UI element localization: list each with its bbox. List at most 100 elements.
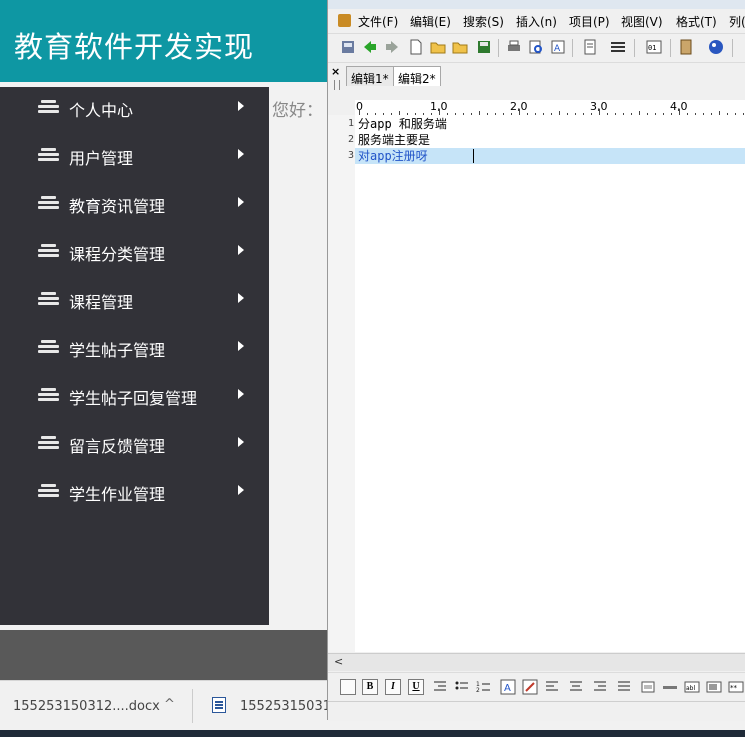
numbered-list-icon[interactable]: 12	[476, 679, 492, 695]
sidebar: 个人中心 用户管理 教育资讯管理 课程分类管理 课程管理 学生帖子管理 学生帖子…	[0, 87, 269, 625]
sidebar-item-label: 学生作业管理	[69, 485, 166, 504]
sidebar-item-post-replies[interactable]: 学生帖子回复管理	[0, 375, 269, 423]
page-title: 教育软件开发实现	[14, 30, 255, 64]
chevron-right-icon	[238, 293, 244, 303]
sidebar-item-personal-center[interactable]: 个人中心	[0, 87, 269, 135]
toolbar-divider	[572, 39, 573, 57]
sidebar-item-label: 学生帖子回复管理	[69, 389, 198, 408]
window-titlebar[interactable]	[328, 0, 745, 9]
stack-icon	[38, 339, 59, 355]
hex-view-icon[interactable]: 01	[646, 39, 662, 55]
format-toolbar: B I U 12 A abl **	[328, 672, 745, 701]
sidebar-item-course-category[interactable]: 课程分类管理	[0, 231, 269, 279]
chevron-right-icon	[238, 149, 244, 159]
sidebar-item-homework[interactable]: 学生作业管理	[0, 471, 269, 519]
forward-arrow-icon[interactable]	[384, 39, 400, 55]
chevron-right-icon	[238, 197, 244, 207]
font-color-icon[interactable]: A	[500, 679, 516, 695]
justify-icon[interactable]	[616, 679, 632, 695]
line-text: 对app注册呀	[358, 149, 428, 163]
save-icon[interactable]	[476, 39, 492, 55]
ruler: 0 1,0 2,0 3,0 4,0	[355, 100, 745, 116]
editor-text-area[interactable]: 分app 和服务端 服务端主要是 对app注册呀	[355, 115, 745, 652]
stack-icon	[38, 483, 59, 499]
text-line[interactable]: 服务端主要是	[355, 132, 745, 148]
sidebar-item-course-management[interactable]: 课程管理	[0, 279, 269, 327]
italic-button[interactable]: I	[385, 679, 401, 695]
menu-search[interactable]: 搜索(S)	[463, 13, 504, 30]
menu-view[interactable]: 视图(V)	[621, 13, 663, 30]
sidebar-item-feedback[interactable]: 留言反馈管理	[0, 423, 269, 471]
sidebar-item-label: 学生帖子管理	[69, 341, 166, 360]
editor-window: 文件(F) 编辑(E) 搜索(S) 插入(n) 项目(P) 视图(V) 格式(T…	[327, 0, 745, 721]
text-line-current[interactable]: 对app注册呀	[355, 148, 745, 164]
chevron-right-icon	[238, 341, 244, 351]
scroll-left-button[interactable]: <	[334, 655, 343, 668]
stack-icon	[38, 435, 59, 451]
globe-icon[interactable]	[708, 39, 724, 55]
tab-document-1[interactable]: 编辑1*	[346, 66, 394, 86]
align-right-icon[interactable]	[592, 679, 608, 695]
menu-file[interactable]: 文件(F)	[358, 13, 398, 30]
bullet-list-icon[interactable]	[454, 679, 470, 695]
chevron-right-icon	[238, 245, 244, 255]
frame-icon[interactable]	[640, 679, 656, 695]
divider	[192, 689, 193, 723]
outdent-icon[interactable]	[432, 679, 448, 695]
menu-format[interactable]: 格式(T)	[676, 13, 717, 30]
underline-button[interactable]: U	[408, 679, 424, 695]
menu-column[interactable]: 列(	[729, 13, 745, 30]
sidebar-item-student-posts[interactable]: 学生帖子管理	[0, 327, 269, 375]
text-line[interactable]: 分app 和服务端	[355, 116, 745, 132]
book-icon[interactable]	[678, 39, 694, 55]
chevron-up-icon[interactable]: ^	[164, 697, 175, 712]
app-icon[interactable]	[338, 14, 351, 27]
line-number: 1	[347, 118, 354, 129]
horizontal-scrollbar[interactable]: <	[328, 653, 745, 671]
toolbar-divider	[634, 39, 635, 57]
open-folder-icon[interactable]	[430, 39, 446, 55]
wrap-lines-icon[interactable]	[610, 39, 626, 55]
panel-grip-handle[interactable]	[334, 80, 340, 90]
document-icon[interactable]	[582, 39, 598, 55]
line-text: 分app 和服务端	[358, 117, 447, 131]
align-center-icon[interactable]	[568, 679, 584, 695]
menu-project[interactable]: 项目(P)	[569, 13, 610, 30]
stack-icon	[38, 195, 59, 211]
style-icon[interactable]	[340, 679, 356, 695]
download-item-name[interactable]: 155253150312	[240, 699, 339, 714]
horizontal-rule-icon[interactable]	[662, 679, 678, 695]
tab-document-2[interactable]: 编辑2*	[393, 66, 441, 86]
taskbar	[0, 730, 745, 737]
svg-text:A: A	[504, 683, 511, 694]
align-left-icon[interactable]	[544, 679, 560, 695]
stack-icon	[38, 243, 59, 259]
text-field-icon[interactable]: abl	[684, 679, 700, 695]
bold-button[interactable]: B	[362, 679, 378, 695]
word-file-icon	[212, 697, 226, 713]
print-preview-icon[interactable]	[528, 39, 544, 55]
line-number: 3	[347, 150, 354, 161]
svg-text:2: 2	[476, 687, 480, 694]
menu-edit[interactable]: 编辑(E)	[410, 13, 451, 30]
close-icon[interactable]: ×	[331, 65, 340, 78]
stack-icon	[38, 291, 59, 307]
print-icon[interactable]	[506, 39, 522, 55]
spellcheck-icon[interactable]: A	[550, 39, 566, 55]
password-field-icon[interactable]: **	[728, 679, 744, 695]
back-arrow-icon[interactable]	[362, 39, 378, 55]
stack-icon	[38, 99, 59, 115]
sidebar-item-label: 用户管理	[69, 149, 134, 168]
textbox-icon[interactable]	[706, 679, 722, 695]
menu-bar: 文件(F) 编辑(E) 搜索(S) 插入(n) 项目(P) 视图(V) 格式(T…	[328, 10, 745, 32]
sidebar-item-user-management[interactable]: 用户管理	[0, 135, 269, 183]
new-file-icon[interactable]	[408, 39, 424, 55]
wizard-icon[interactable]	[340, 39, 356, 55]
open-folder-icon[interactable]	[452, 39, 468, 55]
sidebar-item-label: 个人中心	[69, 101, 134, 120]
download-item-name[interactable]: 155253150312....docx	[13, 699, 160, 714]
menu-insert[interactable]: 插入(n)	[516, 13, 557, 30]
highlight-icon[interactable]	[522, 679, 538, 695]
sidebar-item-label: 课程管理	[69, 293, 134, 312]
sidebar-item-edu-news[interactable]: 教育资讯管理	[0, 183, 269, 231]
